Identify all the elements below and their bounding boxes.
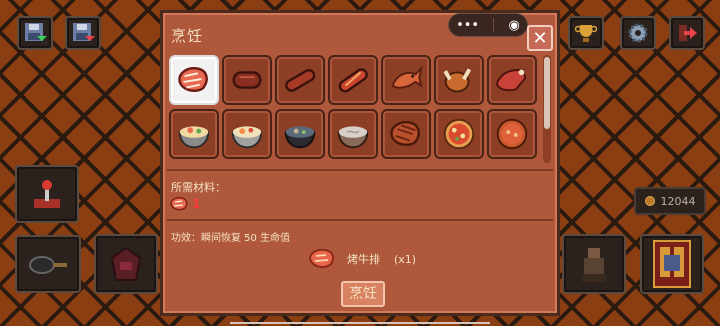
trophy-icon <box>575 25 597 42</box>
recipe-slot[interactable] <box>169 109 219 159</box>
coin-counter: 12044 <box>634 187 706 215</box>
hero-portrait-button[interactable] <box>562 234 626 294</box>
roast-chicken-icon <box>443 68 472 93</box>
cooking-dialog: 烹饪 ••• ◉ ✕ 所需材料： 1 功效：瞬间恢复 50 生命值 烤牛排 (x… <box>160 10 560 316</box>
recipe-slot[interactable] <box>434 55 484 105</box>
trophy-button[interactable] <box>568 16 604 50</box>
result-item: 烤牛排 (x1) <box>307 247 416 271</box>
settings-button[interactable] <box>620 16 656 50</box>
recipe-slot[interactable] <box>275 109 325 159</box>
close-button[interactable]: ✕ <box>527 25 553 51</box>
fish-icon <box>391 65 423 89</box>
noodle-soup-icon <box>178 126 210 149</box>
frying-pan-button[interactable] <box>15 235 81 293</box>
effect-text: 功效：瞬间恢复 50 生命值 <box>171 233 291 244</box>
recipe-slot[interactable] <box>434 109 484 159</box>
home-indicator <box>230 322 490 324</box>
raw-steak-icon <box>178 67 208 92</box>
save-red-button[interactable] <box>65 16 101 50</box>
noodle-soup-2-icon <box>231 126 263 149</box>
recipe-slot[interactable] <box>222 55 272 105</box>
gear-icon <box>628 23 648 43</box>
mini-program-capsule: ••• ◉ <box>448 13 528 37</box>
recipe-grid <box>169 55 541 165</box>
recipe-slot[interactable] <box>222 109 272 159</box>
record-icon[interactable]: ◉ <box>509 18 520 33</box>
pizza-icon <box>443 118 475 150</box>
frying-pan-icon <box>29 256 67 274</box>
coin-icon <box>644 196 655 206</box>
floppy-delete-icon <box>73 23 95 41</box>
tomato-soup-icon <box>496 118 528 150</box>
wardrobe-icon <box>653 240 691 288</box>
scrollbar-thumb[interactable] <box>544 57 550 129</box>
raw-steak-icon <box>170 197 188 211</box>
recipe-scrollbar[interactable] <box>543 55 551 163</box>
more-menu-icon[interactable]: ••• <box>456 18 479 33</box>
result-name: 烤牛排 <box>347 253 380 266</box>
dark-bowl-icon <box>284 126 316 149</box>
required-ingredient: 1 <box>169 196 200 212</box>
hero-icon <box>582 248 606 282</box>
joystick-icon <box>34 180 60 208</box>
joystick-button[interactable] <box>15 165 79 223</box>
grilled-sausage-icon <box>285 69 316 92</box>
recipe-slot[interactable] <box>328 109 378 159</box>
save-green-button[interactable] <box>17 16 53 50</box>
exit-arrow-icon <box>679 25 697 41</box>
sausage-icon <box>232 71 262 89</box>
recipe-slot[interactable] <box>328 55 378 105</box>
coin-count: 12044 <box>660 194 696 208</box>
capsule-divider <box>493 18 495 32</box>
cook-button[interactable]: 烹饪 <box>341 281 385 307</box>
bag-icon <box>110 246 142 281</box>
recipe-slot[interactable] <box>487 109 537 159</box>
ingredient-count: 1 <box>192 197 201 211</box>
ham-icon <box>495 69 527 92</box>
wardrobe-button[interactable] <box>640 234 704 294</box>
close-icon: ✕ <box>532 27 548 49</box>
recipe-slot[interactable] <box>487 55 537 105</box>
hotdog-icon <box>338 68 368 93</box>
recipe-slot[interactable] <box>381 55 431 105</box>
recipe-slot[interactable] <box>381 109 431 159</box>
porridge-icon <box>337 126 369 149</box>
result-quantity: (x1) <box>394 252 417 266</box>
item-bag-button[interactable] <box>94 234 158 294</box>
divider <box>167 169 553 171</box>
divider <box>167 219 553 221</box>
recipe-slot[interactable] <box>275 55 325 105</box>
exit-button[interactable] <box>669 16 705 50</box>
floppy-save-icon <box>25 23 47 41</box>
grilled-steak-icon <box>308 248 334 268</box>
dialog-title: 烹饪 <box>171 27 204 45</box>
grilled-steak-icon <box>390 121 420 146</box>
recipe-slot[interactable] <box>169 55 219 105</box>
required-materials-label: 所需材料： <box>171 181 226 194</box>
